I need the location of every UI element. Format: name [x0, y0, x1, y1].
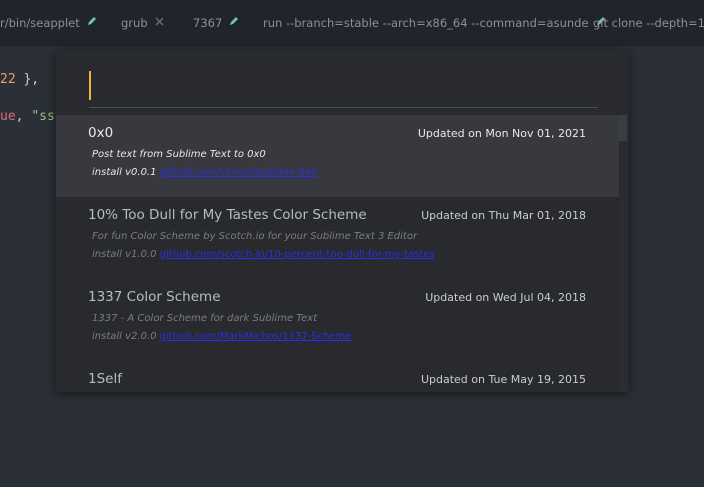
tab-run-command[interactable]: run --branch=stable --arch=x86_64 --comm…	[263, 0, 606, 46]
package-description: 1337 - A Color Scheme for dark Sublime T…	[92, 313, 318, 324]
tab-label: r/bin/seapplet	[0, 16, 80, 30]
tab-git-clone[interactable]: git clone --depth=1 htt	[593, 0, 704, 46]
search-box	[89, 66, 598, 108]
tab-label: run --branch=stable --arch=x86_64 --comm…	[263, 16, 589, 30]
close-icon[interactable]	[155, 0, 164, 45]
package-link[interactable]: github.com/scotch-io/10-percent-too-dull…	[160, 249, 435, 260]
install-version: install v2.0.0	[92, 331, 160, 342]
code-line: ue, "ssh	[0, 109, 63, 124]
package-description: For fun Color Scheme by Scotch.io for yo…	[92, 231, 418, 242]
package-install-line: install v2.0.0 github.com/MarkMichos/133…	[92, 331, 352, 342]
scrollbar-thumb[interactable]	[619, 115, 627, 141]
list-item[interactable]: 1337 Color Scheme Updated on Wed Jul 04,…	[56, 279, 619, 361]
tab-bar: r/bin/seapplet grub 7367 run --branch=st…	[0, 0, 704, 46]
tab-label: git clone --depth=1 htt	[593, 16, 704, 30]
package-name: 10% Too Dull for My Tastes Color Scheme	[88, 207, 367, 223]
package-description: Post text from Sublime Text to 0x0	[92, 149, 266, 160]
list-item[interactable]: 1Self Updated on Tue May 19, 2015	[56, 361, 619, 392]
tab-seapplet[interactable]: r/bin/seapplet	[0, 0, 97, 46]
package-link[interactable]: github.com/vsxuul/sublime-0x0	[160, 167, 317, 178]
code-line: 22 },	[0, 72, 39, 87]
package-name: 1Self	[88, 371, 122, 387]
tab-7367[interactable]: 7367	[193, 0, 239, 46]
package-name: 0x0	[88, 125, 114, 141]
list-item[interactable]: 0x0 Updated on Mon Nov 01, 2021 Post tex…	[56, 115, 619, 197]
package-install-line: install v0.0.1 github.com/vsxuul/sublime…	[92, 167, 317, 178]
tab-grub[interactable]: grub	[121, 0, 164, 46]
package-updated: Updated on Wed Jul 04, 2018	[425, 291, 586, 304]
tab-label: 7367	[193, 16, 223, 30]
search-input[interactable]	[89, 70, 595, 100]
package-updated: Updated on Tue May 19, 2015	[420, 373, 586, 386]
package-updated: Updated on Thu Mar 01, 2018	[421, 209, 586, 222]
results-list: 0x0 Updated on Mon Nov 01, 2021 Post tex…	[56, 115, 619, 392]
install-package-palette: 0x0 Updated on Mon Nov 01, 2021 Post tex…	[56, 50, 629, 392]
code-punctuation: },	[15, 72, 40, 87]
install-version: install v0.0.1	[92, 167, 160, 178]
package-name: 1337 Color Scheme	[88, 289, 221, 305]
code-keyword: ue	[0, 109, 16, 124]
package-install-line: install v1.0.0 github.com/scotch-io/10-p…	[92, 249, 435, 260]
pencil-icon[interactable]	[87, 0, 97, 45]
pencil-icon[interactable]	[229, 0, 239, 45]
install-version: install v1.0.0	[92, 249, 160, 260]
app-window: r/bin/seapplet grub 7367 run --branch=st…	[0, 0, 704, 487]
package-link[interactable]: github.com/MarkMichos/1337-Scheme	[160, 331, 352, 342]
list-item[interactable]: 10% Too Dull for My Tastes Color Scheme …	[56, 197, 619, 279]
scrollbar[interactable]	[619, 115, 627, 392]
code-punctuation: ,	[15, 109, 32, 124]
tab-label: grub	[121, 16, 148, 30]
code-number: 22	[0, 72, 16, 87]
package-updated: Updated on Mon Nov 01, 2021	[417, 127, 586, 140]
